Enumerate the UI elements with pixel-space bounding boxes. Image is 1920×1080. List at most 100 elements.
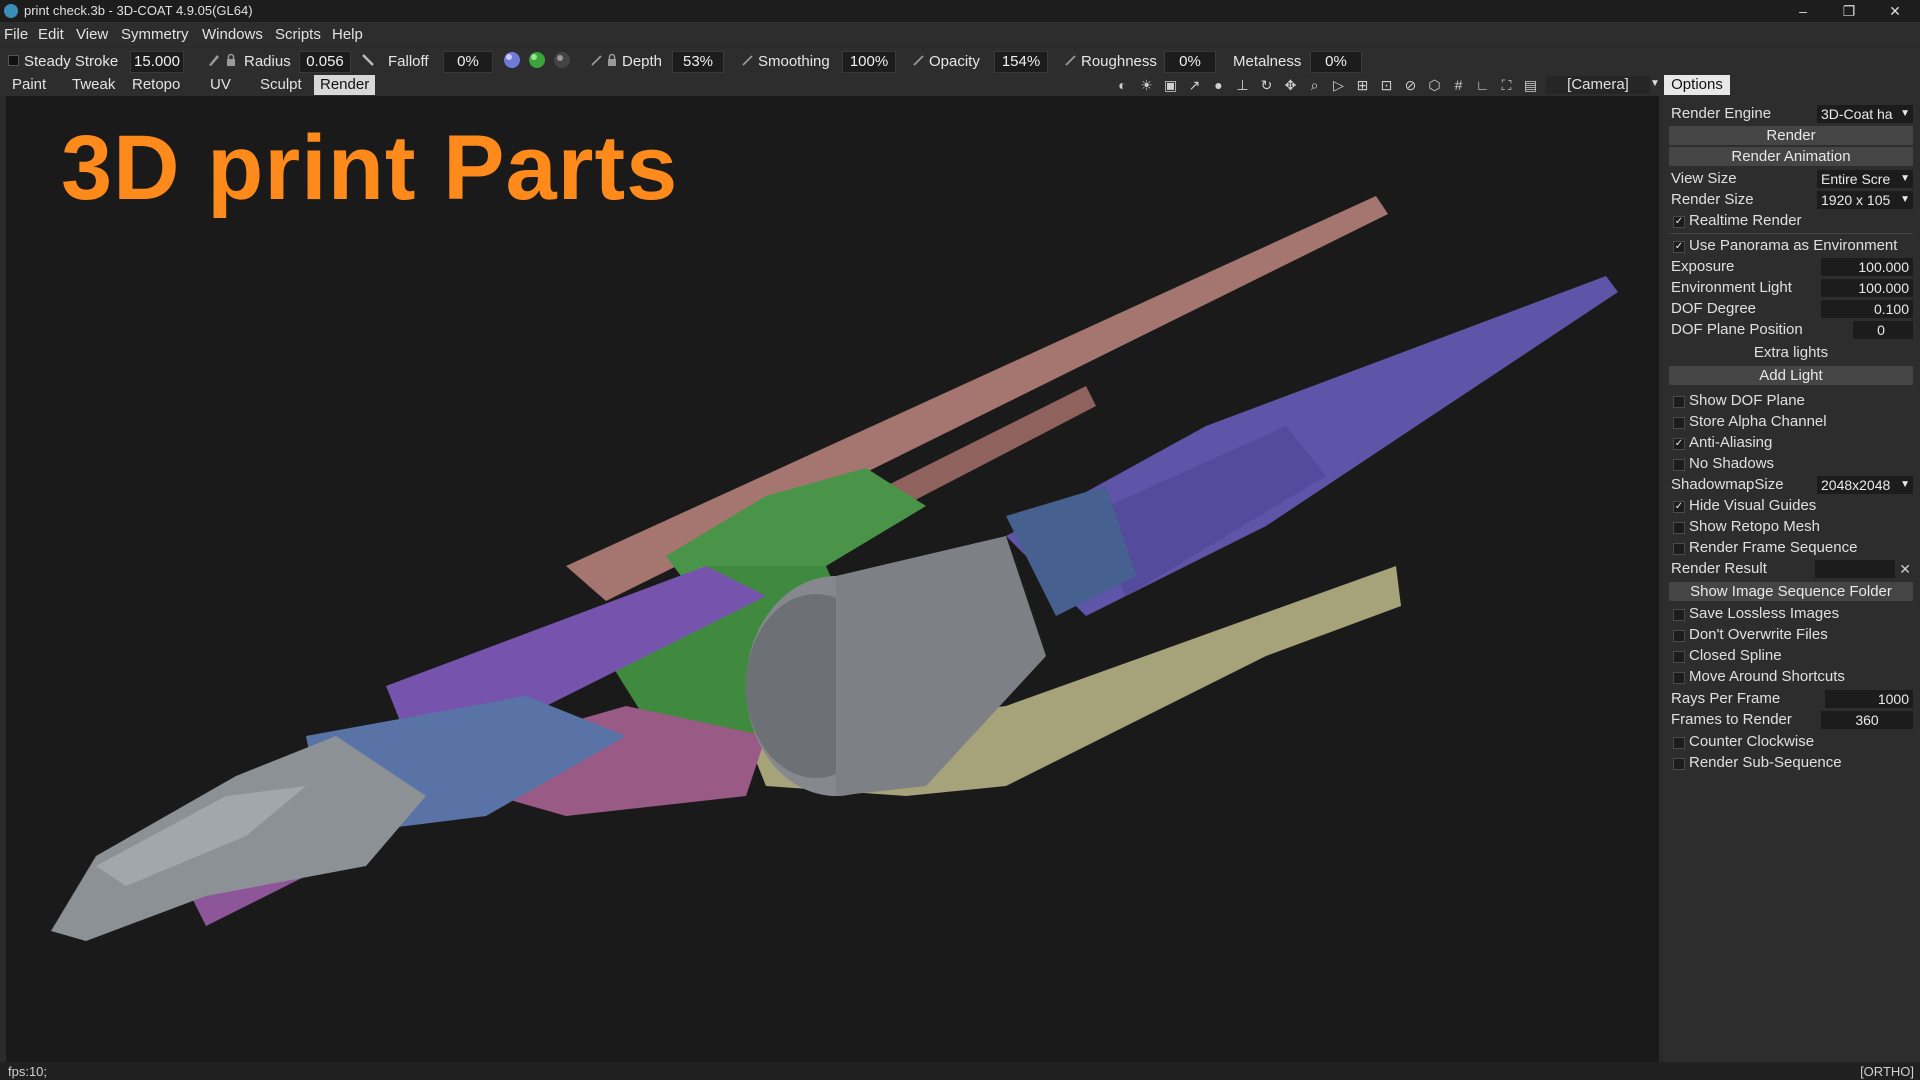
drop-icon[interactable]: ● xyxy=(1210,77,1227,94)
show-retopo-mesh-checkbox[interactable] xyxy=(1673,522,1685,534)
counter-clockwise-checkbox[interactable] xyxy=(1673,737,1685,749)
zoom-icon[interactable]: ⌕ xyxy=(1306,77,1323,94)
cube-icon[interactable]: ⬡ xyxy=(1426,77,1443,94)
floor-icon[interactable]: ⊥ xyxy=(1234,77,1251,94)
use-panorama-row[interactable]: ✓ Use Panorama as Environment xyxy=(1669,236,1913,256)
menu-view[interactable]: View xyxy=(76,26,108,43)
environment-light-input[interactable]: 100.000 xyxy=(1821,279,1913,297)
depth-pen-icon[interactable] xyxy=(590,53,604,67)
radius-input[interactable]: 0.056 xyxy=(299,51,351,73)
show-dof-plane-checkbox[interactable] xyxy=(1673,396,1685,408)
gizmo-icon[interactable]: ↗ xyxy=(1186,77,1203,94)
close-button[interactable]: ✕ xyxy=(1872,0,1918,22)
tab-retopo[interactable]: Retopo xyxy=(126,75,186,95)
render-sub-sequence-checkbox[interactable] xyxy=(1673,758,1685,770)
roughness-pen-icon[interactable] xyxy=(1064,53,1078,67)
pen-pressure-icon[interactable] xyxy=(207,53,221,67)
light-icon[interactable]: ☀ xyxy=(1138,77,1155,94)
use-panorama-checkbox[interactable]: ✓ xyxy=(1673,241,1685,253)
dof-plane-position-input[interactable]: 0 xyxy=(1853,321,1913,339)
hide-visual-guides-checkbox[interactable]: ✓ xyxy=(1673,501,1685,513)
dont-overwrite-checkbox[interactable] xyxy=(1673,630,1685,642)
smoothing-input[interactable]: 100% xyxy=(842,51,896,73)
fullscreen-icon[interactable]: ⛶ xyxy=(1498,77,1515,94)
play-icon[interactable]: ▷ xyxy=(1330,77,1347,94)
no-shadows-checkbox[interactable] xyxy=(1673,459,1685,471)
material-sphere-blue-icon[interactable] xyxy=(503,51,521,69)
no-shadows-row[interactable]: No Shadows xyxy=(1669,454,1913,474)
smoothing-pen-icon[interactable] xyxy=(741,53,755,67)
save-lossless-checkbox[interactable] xyxy=(1673,609,1685,621)
render-button[interactable]: Render xyxy=(1669,126,1913,145)
show-image-sequence-folder-button[interactable]: Show Image Sequence Folder xyxy=(1669,582,1913,601)
menu-edit[interactable]: Edit xyxy=(38,26,64,43)
steady-stroke-checkbox[interactable] xyxy=(8,55,19,66)
closed-spline-row[interactable]: Closed Spline xyxy=(1669,646,1913,666)
tab-render[interactable]: Render xyxy=(314,75,376,95)
realtime-render-checkbox[interactable]: ✓ xyxy=(1673,216,1685,228)
store-alpha-checkbox[interactable] xyxy=(1673,417,1685,429)
render-animation-button[interactable]: Render Animation xyxy=(1669,147,1913,166)
tab-tweak[interactable]: Tweak xyxy=(66,75,121,95)
menu-windows[interactable]: Windows xyxy=(202,26,263,43)
anti-aliasing-row[interactable]: ✓ Anti-Aliasing xyxy=(1669,433,1913,453)
opacity-input[interactable]: 154% xyxy=(994,51,1048,73)
chevron-down-icon[interactable]: ▼ xyxy=(1650,78,1660,89)
shadowmap-size-select[interactable]: 2048x2048 ▼ xyxy=(1817,476,1913,494)
tab-paint[interactable]: Paint xyxy=(6,75,52,95)
lock-icon[interactable] xyxy=(224,53,238,67)
dof-degree-input[interactable]: 0.100 xyxy=(1821,300,1913,318)
move-around-shortcuts-checkbox[interactable] xyxy=(1673,672,1685,684)
camera-select[interactable]: [Camera] xyxy=(1546,76,1650,94)
opacity-pen-icon[interactable] xyxy=(912,53,926,67)
material-sphere-gray-icon[interactable] xyxy=(553,51,571,69)
roughness-input[interactable]: 0% xyxy=(1164,51,1216,73)
tab-sculpt[interactable]: Sculpt xyxy=(254,75,308,95)
material-sphere-green-icon[interactable] xyxy=(528,51,546,69)
image-icon[interactable]: ▣ xyxy=(1162,77,1179,94)
realtime-render-row[interactable]: ✓ Realtime Render xyxy=(1669,211,1913,231)
shading-mode-icon[interactable]: ◐ xyxy=(1114,77,1131,94)
render-frame-sequence-checkbox[interactable] xyxy=(1673,543,1685,555)
menu-help[interactable]: Help xyxy=(332,26,363,43)
anti-aliasing-checkbox[interactable]: ✓ xyxy=(1673,438,1685,450)
view-size-select[interactable]: Entire Scre ▼ xyxy=(1817,170,1913,188)
pan-icon[interactable]: ✥ xyxy=(1282,77,1299,94)
closed-spline-checkbox[interactable] xyxy=(1673,651,1685,663)
show-retopo-mesh-row[interactable]: Show Retopo Mesh xyxy=(1669,517,1913,537)
render-engine-select[interactable]: 3D-Coat ha ▼ xyxy=(1817,105,1913,123)
restore-button[interactable]: ❐ xyxy=(1826,0,1872,22)
dont-overwrite-row[interactable]: Don't Overwrite Files xyxy=(1669,625,1913,645)
depth-input[interactable]: 53% xyxy=(672,51,724,73)
hide-visual-guides-row[interactable]: ✓ Hide Visual Guides xyxy=(1669,496,1913,516)
tab-options[interactable]: Options xyxy=(1664,75,1730,95)
no-symbol-icon[interactable]: ⊘ xyxy=(1402,77,1419,94)
show-dof-plane-row[interactable]: Show DOF Plane xyxy=(1669,391,1913,411)
save-lossless-row[interactable]: Save Lossless Images xyxy=(1669,604,1913,624)
menu-file[interactable]: File xyxy=(4,26,28,43)
frame-all-icon[interactable]: ⊞ xyxy=(1354,77,1371,94)
clear-icon[interactable]: ✕ xyxy=(1899,559,1911,579)
depth-lock-icon[interactable] xyxy=(605,53,619,67)
render-result-field[interactable] xyxy=(1815,560,1895,578)
menu-scripts[interactable]: Scripts xyxy=(275,26,321,43)
move-around-shortcuts-row[interactable]: Move Around Shortcuts xyxy=(1669,667,1913,687)
render-sub-sequence-row[interactable]: Render Sub-Sequence xyxy=(1669,753,1913,773)
add-light-button[interactable]: Add Light xyxy=(1669,366,1913,385)
frame-selection-icon[interactable]: ⊡ xyxy=(1378,77,1395,94)
render-size-select[interactable]: 1920 x 105 ▼ xyxy=(1817,191,1913,209)
menu-symmetry[interactable]: Symmetry xyxy=(121,26,189,43)
layout-icon[interactable]: ▤ xyxy=(1522,77,1539,94)
tab-uv[interactable]: UV xyxy=(204,75,237,95)
store-alpha-row[interactable]: Store Alpha Channel xyxy=(1669,412,1913,432)
brush-icon[interactable] xyxy=(361,53,375,67)
rotate-icon[interactable]: ↻ xyxy=(1258,77,1275,94)
minimize-button[interactable]: – xyxy=(1780,0,1826,22)
rays-per-frame-input[interactable]: 1000 xyxy=(1825,690,1913,708)
exposure-input[interactable]: 100.000 xyxy=(1821,258,1913,276)
falloff-input[interactable]: 0% xyxy=(443,51,493,73)
grid-icon[interactable]: # xyxy=(1450,77,1467,94)
axis-icon[interactable]: ∟ xyxy=(1474,77,1491,94)
render-frame-sequence-row[interactable]: Render Frame Sequence xyxy=(1669,538,1913,558)
steady-stroke-input[interactable]: 15.000 xyxy=(130,51,184,73)
